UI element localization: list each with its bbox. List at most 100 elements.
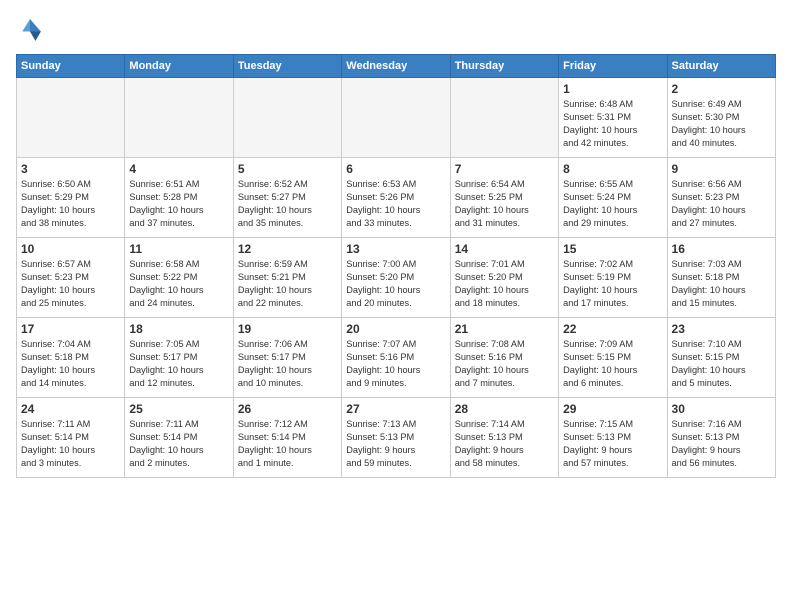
week-row-3: 10 Sunrise: 6:57 AMSunset: 5:23 PMDayligh… <box>17 238 776 318</box>
day-info: Sunrise: 6:56 AMSunset: 5:23 PMDaylight:… <box>672 178 771 230</box>
day-number: 23 <box>672 322 771 336</box>
day-info: Sunrise: 6:48 AMSunset: 5:31 PMDaylight:… <box>563 98 662 150</box>
day-info: Sunrise: 7:14 AMSunset: 5:13 PMDaylight:… <box>455 418 554 470</box>
day-cell: 8 Sunrise: 6:55 AMSunset: 5:24 PMDaylight… <box>559 158 667 238</box>
day-cell: 13 Sunrise: 7:00 AMSunset: 5:20 PMDayligh… <box>342 238 450 318</box>
day-cell <box>233 78 341 158</box>
week-row-5: 24 Sunrise: 7:11 AMSunset: 5:14 PMDayligh… <box>17 398 776 478</box>
day-number: 1 <box>563 82 662 96</box>
day-cell: 5 Sunrise: 6:52 AMSunset: 5:27 PMDaylight… <box>233 158 341 238</box>
header-row: SundayMondayTuesdayWednesdayThursdayFrid… <box>17 55 776 78</box>
day-info: Sunrise: 7:04 AMSunset: 5:18 PMDaylight:… <box>21 338 120 390</box>
day-number: 16 <box>672 242 771 256</box>
week-row-2: 3 Sunrise: 6:50 AMSunset: 5:29 PMDaylight… <box>17 158 776 238</box>
week-row-4: 17 Sunrise: 7:04 AMSunset: 5:18 PMDayligh… <box>17 318 776 398</box>
day-number: 13 <box>346 242 445 256</box>
day-number: 14 <box>455 242 554 256</box>
day-cell: 16 Sunrise: 7:03 AMSunset: 5:18 PMDayligh… <box>667 238 775 318</box>
day-number: 18 <box>129 322 228 336</box>
day-number: 11 <box>129 242 228 256</box>
col-header-sunday: Sunday <box>17 55 125 78</box>
day-number: 26 <box>238 402 337 416</box>
day-cell: 20 Sunrise: 7:07 AMSunset: 5:16 PMDayligh… <box>342 318 450 398</box>
day-cell: 17 Sunrise: 7:04 AMSunset: 5:18 PMDayligh… <box>17 318 125 398</box>
day-info: Sunrise: 7:09 AMSunset: 5:15 PMDaylight:… <box>563 338 662 390</box>
day-info: Sunrise: 7:01 AMSunset: 5:20 PMDaylight:… <box>455 258 554 310</box>
day-info: Sunrise: 7:11 AMSunset: 5:14 PMDaylight:… <box>129 418 228 470</box>
logo-icon <box>16 16 44 44</box>
day-number: 22 <box>563 322 662 336</box>
day-cell: 11 Sunrise: 6:58 AMSunset: 5:22 PMDayligh… <box>125 238 233 318</box>
day-cell <box>342 78 450 158</box>
day-cell: 10 Sunrise: 6:57 AMSunset: 5:23 PMDayligh… <box>17 238 125 318</box>
day-number: 5 <box>238 162 337 176</box>
day-number: 10 <box>21 242 120 256</box>
day-number: 24 <box>21 402 120 416</box>
day-info: Sunrise: 6:53 AMSunset: 5:26 PMDaylight:… <box>346 178 445 230</box>
day-info: Sunrise: 7:13 AMSunset: 5:13 PMDaylight:… <box>346 418 445 470</box>
day-number: 15 <box>563 242 662 256</box>
day-info: Sunrise: 7:02 AMSunset: 5:19 PMDaylight:… <box>563 258 662 310</box>
day-info: Sunrise: 7:05 AMSunset: 5:17 PMDaylight:… <box>129 338 228 390</box>
col-header-tuesday: Tuesday <box>233 55 341 78</box>
day-info: Sunrise: 6:57 AMSunset: 5:23 PMDaylight:… <box>21 258 120 310</box>
day-number: 17 <box>21 322 120 336</box>
day-number: 19 <box>238 322 337 336</box>
day-number: 25 <box>129 402 228 416</box>
day-number: 27 <box>346 402 445 416</box>
day-info: Sunrise: 6:50 AMSunset: 5:29 PMDaylight:… <box>21 178 120 230</box>
day-cell: 2Sunrise: 6:49 AMSunset: 5:30 PMDaylight… <box>667 78 775 158</box>
col-header-wednesday: Wednesday <box>342 55 450 78</box>
day-cell: 12 Sunrise: 6:59 AMSunset: 5:21 PMDayligh… <box>233 238 341 318</box>
day-info: Sunrise: 7:07 AMSunset: 5:16 PMDaylight:… <box>346 338 445 390</box>
day-info: Sunrise: 7:06 AMSunset: 5:17 PMDaylight:… <box>238 338 337 390</box>
day-info: Sunrise: 6:59 AMSunset: 5:21 PMDaylight:… <box>238 258 337 310</box>
day-cell: 18 Sunrise: 7:05 AMSunset: 5:17 PMDayligh… <box>125 318 233 398</box>
day-number: 7 <box>455 162 554 176</box>
day-cell: 4Sunrise: 6:51 AMSunset: 5:28 PMDaylight… <box>125 158 233 238</box>
day-info: Sunrise: 6:51 AMSunset: 5:28 PMDaylight:… <box>129 178 228 230</box>
day-number: 21 <box>455 322 554 336</box>
header <box>16 16 776 44</box>
day-number: 2 <box>672 82 771 96</box>
day-info: Sunrise: 7:00 AMSunset: 5:20 PMDaylight:… <box>346 258 445 310</box>
day-info: Sunrise: 7:11 AMSunset: 5:14 PMDaylight:… <box>21 418 120 470</box>
calendar-table: SundayMondayTuesdayWednesdayThursdayFrid… <box>16 54 776 478</box>
day-info: Sunrise: 6:58 AMSunset: 5:22 PMDaylight:… <box>129 258 228 310</box>
day-info: Sunrise: 7:03 AMSunset: 5:18 PMDaylight:… <box>672 258 771 310</box>
day-number: 29 <box>563 402 662 416</box>
day-number: 6 <box>346 162 445 176</box>
col-header-saturday: Saturday <box>667 55 775 78</box>
day-cell: 30Sunrise: 7:16 AMSunset: 5:13 PMDayligh… <box>667 398 775 478</box>
day-cell: 22 Sunrise: 7:09 AMSunset: 5:15 PMDayligh… <box>559 318 667 398</box>
day-number: 3 <box>21 162 120 176</box>
day-cell: 23 Sunrise: 7:10 AMSunset: 5:15 PMDayligh… <box>667 318 775 398</box>
day-cell <box>125 78 233 158</box>
day-cell: 19 Sunrise: 7:06 AMSunset: 5:17 PMDayligh… <box>233 318 341 398</box>
day-cell: 28 Sunrise: 7:14 AMSunset: 5:13 PMDayligh… <box>450 398 558 478</box>
day-cell: 29 Sunrise: 7:15 AMSunset: 5:13 PMDayligh… <box>559 398 667 478</box>
day-cell: 27 Sunrise: 7:13 AMSunset: 5:13 PMDayligh… <box>342 398 450 478</box>
day-number: 20 <box>346 322 445 336</box>
day-cell: 9 Sunrise: 6:56 AMSunset: 5:23 PMDaylight… <box>667 158 775 238</box>
day-cell <box>450 78 558 158</box>
day-info: Sunrise: 7:10 AMSunset: 5:15 PMDaylight:… <box>672 338 771 390</box>
day-number: 30 <box>672 402 771 416</box>
day-number: 28 <box>455 402 554 416</box>
day-cell: 26 Sunrise: 7:12 AMSunset: 5:14 PMDayligh… <box>233 398 341 478</box>
day-number: 12 <box>238 242 337 256</box>
day-info: Sunrise: 6:52 AMSunset: 5:27 PMDaylight:… <box>238 178 337 230</box>
day-info: Sunrise: 7:08 AMSunset: 5:16 PMDaylight:… <box>455 338 554 390</box>
day-number: 8 <box>563 162 662 176</box>
day-cell: 6 Sunrise: 6:53 AMSunset: 5:26 PMDaylight… <box>342 158 450 238</box>
col-header-friday: Friday <box>559 55 667 78</box>
day-info: Sunrise: 6:54 AMSunset: 5:25 PMDaylight:… <box>455 178 554 230</box>
day-info: Sunrise: 7:15 AMSunset: 5:13 PMDaylight:… <box>563 418 662 470</box>
day-info: Sunrise: 6:55 AMSunset: 5:24 PMDaylight:… <box>563 178 662 230</box>
day-info: Sunrise: 7:12 AMSunset: 5:14 PMDaylight:… <box>238 418 337 470</box>
week-row-1: 1 Sunrise: 6:48 AMSunset: 5:31 PMDaylight… <box>17 78 776 158</box>
col-header-thursday: Thursday <box>450 55 558 78</box>
day-cell: 7 Sunrise: 6:54 AMSunset: 5:25 PMDaylight… <box>450 158 558 238</box>
day-cell: 1 Sunrise: 6:48 AMSunset: 5:31 PMDaylight… <box>559 78 667 158</box>
day-number: 9 <box>672 162 771 176</box>
